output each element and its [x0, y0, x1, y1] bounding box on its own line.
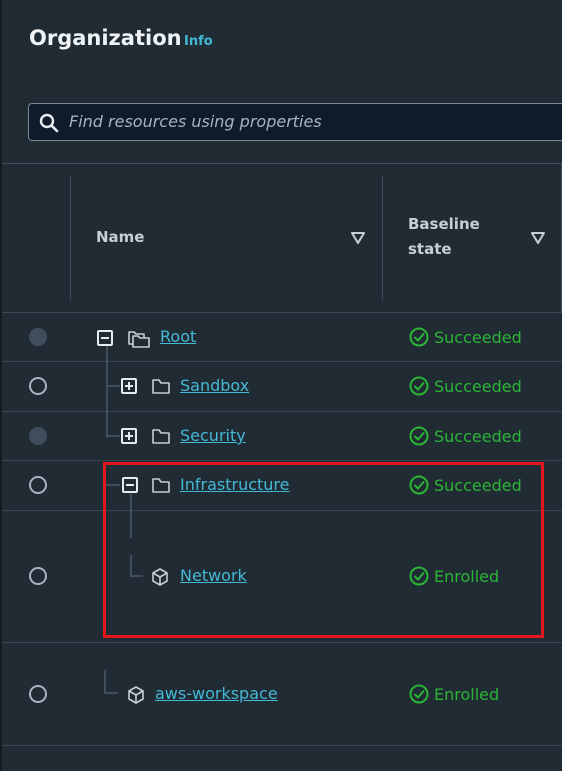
check-circle-icon — [409, 475, 429, 495]
tree-line — [106, 385, 120, 387]
expand-toggle[interactable] — [121, 428, 137, 444]
check-circle-icon — [409, 327, 429, 347]
node-link-sandbox[interactable]: Sandbox — [180, 376, 249, 395]
row-select-radio — [29, 427, 47, 445]
column-divider — [382, 176, 383, 300]
row-select-radio[interactable] — [29, 685, 47, 703]
status-badge: Enrolled — [409, 566, 499, 586]
check-circle-icon — [409, 566, 429, 586]
search-input[interactable]: Find resources using properties — [69, 104, 562, 140]
status-badge: Succeeded — [409, 327, 522, 347]
row-select-radio[interactable] — [29, 476, 47, 494]
node-link-root[interactable]: Root — [160, 327, 196, 346]
node-link-security[interactable]: Security — [180, 426, 246, 445]
status-badge: Succeeded — [409, 426, 522, 446]
folder-icon — [152, 379, 170, 394]
header-top-rule — [2, 163, 562, 164]
organization-panel: Organization Info Find resources using p… — [0, 0, 562, 771]
collapse-toggle[interactable] — [97, 330, 113, 346]
check-circle-icon — [409, 426, 429, 446]
node-link-network[interactable]: Network — [180, 566, 247, 585]
tree-line — [130, 555, 132, 577]
tree-line — [104, 670, 106, 694]
status-text: Succeeded — [434, 327, 522, 347]
status-badge: Enrolled — [409, 684, 499, 704]
row-select-radio — [29, 328, 47, 346]
row-select-radio[interactable] — [29, 567, 47, 585]
account-cube-icon — [128, 686, 144, 704]
column-header-name[interactable]: Name — [96, 225, 144, 250]
column-divider — [70, 176, 71, 300]
column-header-baseline-state[interactable]: Baseline state — [408, 212, 480, 262]
status-text: Enrolled — [434, 566, 500, 586]
status-text: Enrolled — [434, 684, 500, 704]
tree-line — [130, 494, 132, 538]
sort-down-icon[interactable] — [531, 232, 545, 244]
tree-line — [106, 484, 120, 486]
node-link-infrastructure[interactable]: Infrastructure — [180, 475, 289, 494]
node-link-aws-workspace[interactable]: aws-workspace — [155, 684, 278, 703]
row-divider — [2, 361, 562, 362]
row-divider — [2, 411, 562, 412]
expand-toggle[interactable] — [121, 378, 137, 394]
folders-icon — [128, 331, 150, 348]
status-badge: Succeeded — [409, 475, 522, 495]
status-text: Succeeded — [434, 475, 522, 495]
tree-line — [106, 346, 108, 438]
collapse-toggle[interactable] — [122, 477, 138, 493]
account-cube-icon — [152, 568, 168, 586]
status-text: Succeeded — [434, 426, 522, 446]
check-circle-icon — [409, 376, 429, 396]
row-divider — [2, 642, 562, 643]
row-divider — [2, 510, 562, 511]
status-badge: Succeeded — [409, 376, 522, 396]
row-select-radio[interactable] — [29, 377, 47, 395]
search-icon — [39, 113, 59, 133]
check-circle-icon — [409, 684, 429, 704]
row-divider — [2, 745, 562, 746]
info-link[interactable]: Info — [184, 34, 213, 49]
status-text: Succeeded — [434, 376, 522, 396]
tree-line — [104, 692, 118, 694]
row-divider — [2, 460, 562, 461]
sort-down-icon[interactable] — [351, 232, 365, 244]
row-divider — [2, 312, 562, 313]
tree-line — [106, 435, 120, 437]
folder-icon — [152, 429, 170, 444]
folder-icon — [152, 478, 170, 493]
tree-line — [130, 575, 143, 577]
search-bar[interactable]: Find resources using properties — [28, 103, 562, 141]
page-title: Organization — [29, 26, 182, 50]
